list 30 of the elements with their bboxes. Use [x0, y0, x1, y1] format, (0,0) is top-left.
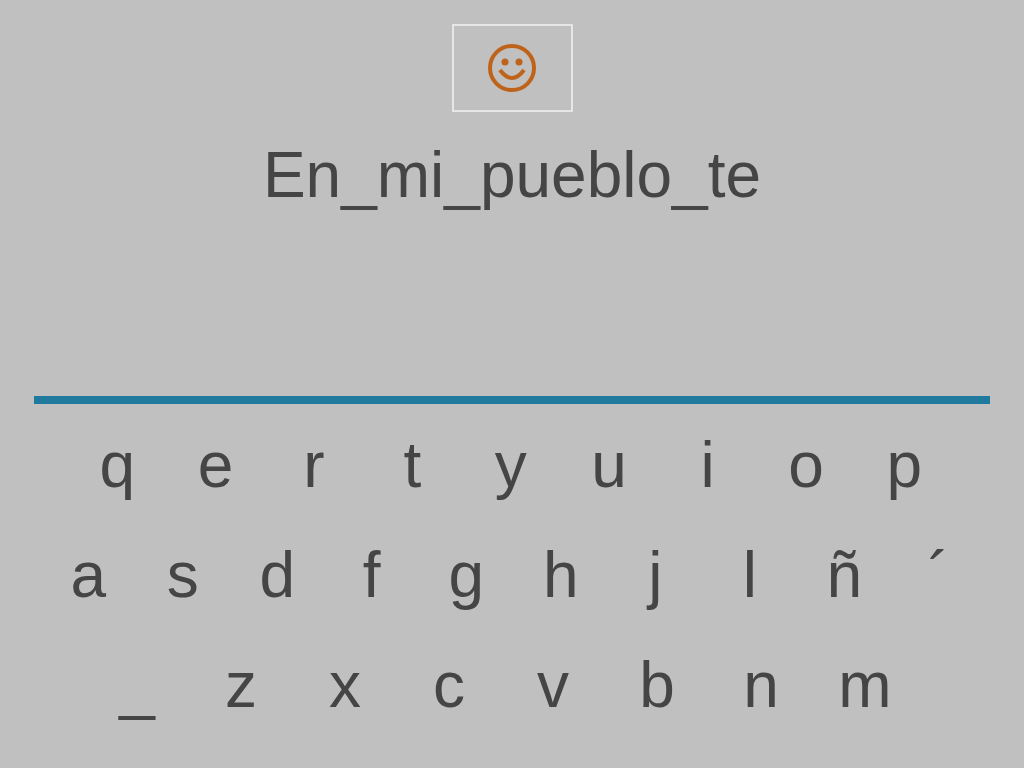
letter-key[interactable]: a: [41, 538, 136, 612]
letter-key[interactable]: h: [513, 538, 608, 612]
letter-key[interactable]: r: [264, 428, 364, 502]
letter-key[interactable]: ´: [891, 538, 986, 612]
letter-key[interactable]: v: [501, 648, 605, 722]
letter-key[interactable]: u: [559, 428, 659, 502]
letter-key[interactable]: l: [702, 538, 797, 612]
hint-box[interactable]: [451, 24, 573, 112]
letter-key[interactable]: c: [397, 648, 501, 722]
letter-key[interactable]: q: [68, 428, 167, 502]
letter-key[interactable]: e: [166, 428, 265, 502]
letter-key[interactable]: b: [605, 648, 709, 722]
letter-key[interactable]: d: [230, 538, 325, 612]
letter-key[interactable]: z: [189, 648, 293, 722]
letter-key[interactable]: _: [85, 648, 189, 722]
letter-key[interactable]: i: [658, 428, 757, 502]
phrase-text: En_mi_pueblo_te: [261, 138, 763, 212]
letter-key[interactable]: ñ: [797, 538, 892, 612]
letter-key[interactable]: o: [756, 428, 856, 502]
letter-key[interactable]: f: [324, 538, 419, 612]
letter-key[interactable]: t: [363, 428, 462, 502]
letter-key[interactable]: x: [293, 648, 397, 722]
smiley-icon: [486, 42, 538, 94]
letter-key[interactable]: p: [855, 428, 954, 502]
letter-key[interactable]: g: [419, 538, 514, 612]
letter-key[interactable]: y: [461, 428, 560, 502]
letter-key[interactable]: s: [135, 538, 230, 612]
letter-key[interactable]: j: [608, 538, 703, 612]
letter-key[interactable]: m: [813, 648, 917, 722]
letter-key[interactable]: n: [709, 648, 813, 722]
